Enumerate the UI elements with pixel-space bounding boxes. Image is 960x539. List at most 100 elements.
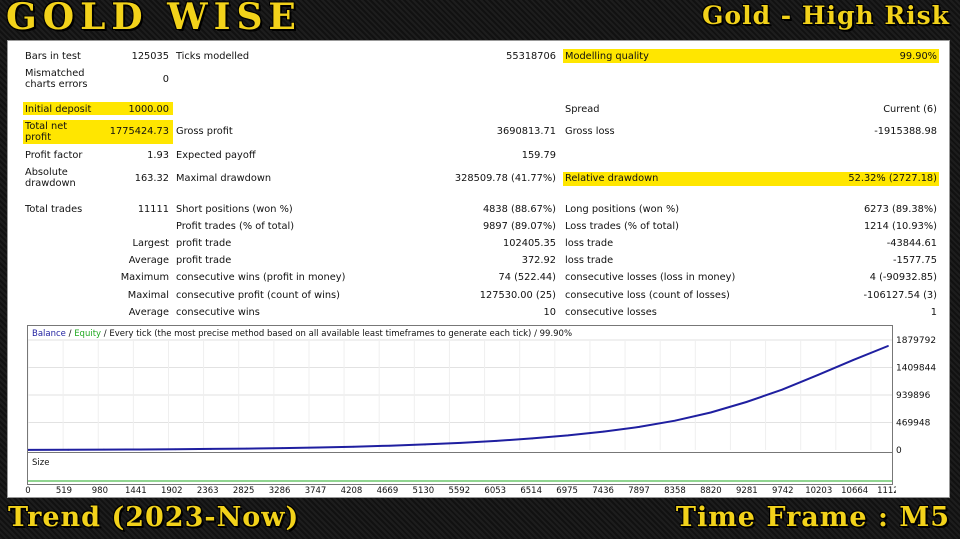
avg-consec-wins-value: 10 [543, 307, 556, 318]
legend-description: / Every tick (the most precise method ba… [101, 329, 572, 339]
max-consec-losses-label: consecutive losses (loss in money) [565, 272, 736, 283]
x-axis: 0 519 980 1441 1902 2363 2825 3286 3747 4208 4669 5… [25, 486, 896, 496]
maximal-consec-profit-value: 127530.00 (25) [479, 290, 556, 301]
initial-deposit-value: 1000.00 [128, 104, 169, 115]
y-tick-label: 1409844 [896, 364, 936, 374]
x-tick-label: 8358 [664, 486, 686, 496]
absolute-drawdown-label-1: Absolute [25, 167, 68, 178]
legend-equity: Equity [74, 329, 101, 339]
balance-point-3 [138, 448, 141, 451]
balance-point-20 [745, 401, 748, 403]
balance-point-2 [102, 448, 105, 451]
legend-sep: / [66, 329, 74, 339]
balance-point-19 [709, 411, 712, 414]
total-net-profit-label-2: profit [25, 132, 52, 143]
x-tick-label: 7897 [628, 486, 650, 496]
x-tick-label: 11125 [877, 486, 896, 496]
x-tick-label: 8820 [700, 486, 722, 496]
total-trades-value: 11111 [137, 204, 169, 215]
loss-trades-label: Loss trades (% of total) [565, 221, 679, 232]
max-consec-wins-value: 74 (522.44) [498, 272, 556, 283]
ticks-modelled-value: 55318706 [506, 51, 556, 62]
avg-consec-losses-label: consecutive losses [565, 307, 657, 318]
balance-point-24 [887, 345, 889, 347]
total-trades-label: Total trades [25, 204, 83, 215]
balance-point-5 [209, 448, 212, 450]
x-tick-label: 9281 [736, 486, 758, 496]
x-tick-label: 10664 [841, 486, 868, 496]
maximal-drawdown-label: Maximal drawdown [176, 173, 272, 184]
size-label: Size [32, 458, 49, 468]
mismatched-label-1: Mismatched [25, 68, 85, 79]
balance-chart-svg: Balance / Equity / Every tick (the most … [27, 329, 892, 451]
legend-balance: Balance [32, 329, 66, 339]
initial-deposit-label: Initial deposit [25, 104, 92, 115]
total-net-profit-value: 1775424.73 [109, 126, 169, 137]
balance-point-23 [852, 358, 855, 361]
expected-payoff-value: 159.79 [521, 150, 556, 161]
modelling-quality-label: Modelling quality [565, 51, 649, 62]
x-tick-label: 2363 [197, 486, 219, 496]
strategy-report-panel: Bars in test 125035 Ticks modelled 55318… [7, 40, 950, 498]
long-positions-value: 6273 (89.38%) [863, 204, 937, 215]
balance-point-8 [317, 446, 319, 449]
relative-drawdown-value: 52.32% (2727.18) [848, 173, 937, 184]
average-profit-value: 372.92 [521, 255, 556, 266]
balance-point-14 [531, 437, 534, 440]
avg-consec-wins-label: consecutive wins [176, 307, 260, 318]
profit-trades-value: 9897 (89.07%) [482, 221, 556, 232]
balance-point-7 [281, 447, 284, 450]
balance-chart: Balance / Equity / Every tick (the most … [27, 325, 893, 453]
average2-label: Average [128, 307, 169, 318]
largest-label: Largest [132, 238, 169, 249]
total-net-profit-label-1: Total net [25, 121, 68, 132]
x-tick-label: 3747 [305, 486, 327, 496]
balance-point-6 [245, 447, 248, 450]
balance-point-4 [174, 448, 177, 451]
balance-point-17 [638, 425, 641, 428]
x-tick-label: 9742 [772, 486, 794, 496]
modelling-quality-value: 99.90% [899, 51, 937, 62]
balance-point-16 [602, 430, 605, 433]
bars-in-test-value: 125035 [131, 51, 169, 62]
mismatched-value: 0 [162, 74, 169, 85]
maximal-drawdown-value: 328509.78 (41.77%) [454, 173, 556, 184]
balance-point-10 [388, 444, 391, 447]
largest-profit-label: profit trade [176, 238, 232, 249]
mismatched-label-2: charts errors [25, 79, 88, 90]
x-tick-label: 1902 [161, 486, 183, 496]
y-tick-label: 469948 [896, 419, 931, 429]
x-tick-label: 4208 [341, 486, 363, 496]
x-tick-label: 10203 [805, 486, 832, 496]
profit-factor-label: Profit factor [25, 150, 83, 161]
gross-loss-value: -1915388.98 [874, 126, 937, 137]
average-loss-label: loss trade [565, 255, 614, 266]
balance-point-12 [459, 441, 462, 444]
x-tick-label: 6053 [484, 486, 506, 496]
timeframe-label: Time Frame : M5 [675, 502, 950, 533]
average-profit-label: profit trade [176, 255, 232, 266]
absolute-drawdown-label-2: drawdown [25, 178, 76, 189]
x-tick-label: 1441 [125, 486, 147, 496]
x-tick-label: 3286 [269, 486, 291, 496]
x-tick-label: 5592 [448, 486, 470, 496]
maximum-label: Maximum [120, 272, 169, 283]
maximal-consec-profit-label: consecutive profit (count of wins) [176, 290, 340, 301]
y-axis: 1879792 1409844 939896 469948 0 [896, 336, 936, 456]
spread-label: Spread [565, 104, 600, 115]
x-tick-label: 6514 [520, 486, 542, 496]
y-tick-label: 939896 [896, 391, 931, 401]
x-tick-label: 0 [25, 486, 30, 496]
y-tick-label: 1879792 [896, 336, 936, 346]
absolute-drawdown-value: 163.32 [134, 173, 169, 184]
short-positions-value: 4838 (88.67%) [482, 204, 556, 215]
balance-point-1 [67, 448, 70, 451]
balance-point-15 [566, 434, 569, 437]
gross-loss-label: Gross loss [565, 126, 615, 137]
y-tick-label: 0 [896, 446, 902, 456]
largest-profit-value: 102405.35 [503, 238, 556, 249]
balance-point-22 [816, 374, 819, 376]
period-label: Trend (2023-Now) [8, 502, 300, 533]
avg-consec-losses-value: 1 [930, 307, 937, 318]
max-consec-wins-label: consecutive wins (profit in money) [176, 272, 346, 283]
